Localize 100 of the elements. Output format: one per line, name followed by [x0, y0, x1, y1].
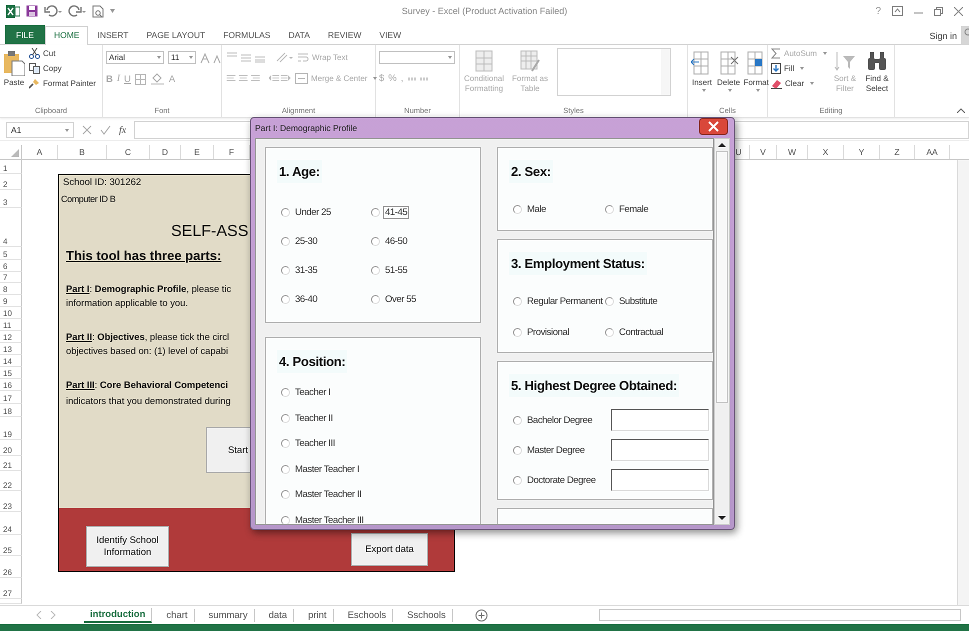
account-icon[interactable] — [961, 26, 969, 44]
radio-option[interactable]: Teacher II — [281, 412, 366, 424]
row-header[interactable]: 15 — [0, 367, 22, 379]
ribbon-display-icon[interactable] — [892, 6, 903, 16]
dialog-scrollbar[interactable] — [714, 138, 730, 525]
identify-school-button[interactable]: Identify School Information — [86, 526, 169, 567]
column-header[interactable]: D — [150, 145, 181, 159]
row-header[interactable]: 4 — [0, 208, 22, 247]
row-header[interactable]: 12 — [0, 331, 22, 343]
radio-option[interactable]: Bachelor Degree — [513, 414, 594, 426]
close-icon[interactable] — [699, 118, 728, 135]
radio-option[interactable]: Male — [513, 203, 605, 216]
row-header[interactable]: 26 — [0, 556, 22, 578]
cut-button[interactable]: Cut — [29, 48, 96, 59]
start-button[interactable]: Start — [206, 427, 250, 473]
radio-option[interactable]: 51-55 — [371, 264, 461, 277]
indent-icon[interactable] — [269, 72, 291, 84]
radio-option[interactable]: Master Teacher I — [281, 462, 366, 476]
font-name-field[interactable]: Arial — [106, 51, 164, 64]
cell-styles-gallery[interactable] — [557, 48, 671, 96]
input-field[interactable] — [611, 409, 709, 431]
next-sheet-icon[interactable] — [50, 611, 56, 619]
vertical-scrollbar[interactable] — [957, 160, 969, 605]
radio-option[interactable]: Under 25 — [281, 206, 371, 219]
number-format-field[interactable] — [379, 51, 455, 64]
row-header[interactable]: 14 — [0, 355, 22, 367]
new-sheet-icon[interactable] — [474, 608, 488, 622]
ribbon-tab[interactable]: HOME — [44, 26, 88, 45]
font-size-field[interactable]: 11 — [168, 51, 196, 64]
row-header[interactable]: 21 — [0, 456, 22, 471]
row-header[interactable]: 13 — [0, 343, 22, 355]
collapse-ribbon-icon[interactable] — [957, 108, 965, 113]
radio-option[interactable]: Master Teacher III — [281, 514, 366, 524]
row-header[interactable]: 5 — [0, 247, 22, 260]
column-header[interactable]: A — [22, 145, 58, 159]
column-header[interactable]: E — [181, 145, 214, 159]
column-header[interactable]: B — [58, 145, 107, 159]
radio-option[interactable]: Doctorate Degree — [513, 474, 598, 486]
undo-icon[interactable] — [44, 5, 62, 17]
cells-button[interactable]: Insert — [691, 48, 713, 92]
radio-option[interactable]: 25-30 — [281, 235, 371, 248]
sheet-tab[interactable]: summary — [202, 608, 255, 622]
save-icon[interactable] — [26, 5, 38, 17]
paste-button[interactable]: Paste — [3, 48, 25, 87]
input-field[interactable] — [611, 469, 709, 491]
enter-icon[interactable] — [100, 125, 111, 135]
row-header[interactable]: 18 — [0, 404, 22, 417]
sheet-tab[interactable]: Sschools — [401, 608, 453, 622]
borders-icon[interactable] — [134, 74, 147, 84]
fill-button[interactable]: Fill — [771, 63, 827, 74]
previous-sheet-icon[interactable] — [36, 611, 42, 619]
column-header[interactable]: AA — [915, 145, 950, 159]
column-header[interactable]: V — [750, 145, 777, 159]
column-header[interactable]: W — [777, 145, 808, 159]
radio-option[interactable]: Contractual — [605, 326, 695, 339]
sheet-tab[interactable]: Eschools — [342, 608, 394, 622]
sheet-tab[interactable]: introduction — [84, 608, 152, 622]
customize-caret-icon[interactable] — [110, 9, 115, 13]
fill-color-icon[interactable] — [150, 73, 165, 85]
radio-option[interactable]: Master Teacher II — [281, 488, 366, 501]
format-painter-button[interactable]: Format Painter — [29, 78, 96, 89]
radio-option[interactable]: 41-45 — [371, 206, 461, 219]
ribbon-tab[interactable]: VIEW — [370, 26, 410, 44]
insert-function-button[interactable]: fx — [119, 124, 126, 136]
radio-option[interactable]: Over 55 — [371, 293, 461, 306]
row-header[interactable]: 20 — [0, 440, 22, 456]
scroll-down-icon[interactable] — [718, 516, 726, 521]
sheet-tab[interactable]: print — [302, 608, 334, 622]
export-data-button[interactable]: Export data — [351, 533, 428, 566]
row-header[interactable]: 3 — [0, 190, 22, 208]
row-header[interactable]: 10 — [0, 307, 22, 319]
select-all-icon[interactable] — [11, 149, 19, 157]
row-header[interactable]: 25 — [0, 535, 22, 556]
clear-button[interactable]: Clear — [771, 78, 827, 89]
radio-option[interactable]: Master Degree — [513, 444, 587, 456]
row-header[interactable]: 8 — [0, 283, 22, 295]
find-select-button[interactable]: Find & Select — [862, 48, 891, 94]
redo-icon[interactable] — [68, 5, 86, 17]
orientation-icon[interactable] — [275, 51, 293, 63]
ribbon-tab[interactable]: DATA — [279, 26, 319, 44]
copy-button[interactable]: Copy — [29, 63, 96, 74]
radio-option[interactable]: Teacher III — [281, 437, 366, 450]
radio-option[interactable]: 46-50 — [371, 235, 461, 248]
radio-option[interactable]: Provisional — [513, 326, 605, 339]
grow-font-icon[interactable] — [200, 52, 222, 64]
sign-in-link[interactable]: Sign in — [929, 31, 957, 41]
cells-button[interactable]: Format — [744, 48, 768, 92]
column-header[interactable]: X — [808, 145, 844, 159]
ribbon-tab[interactable]: FILE — [5, 25, 45, 44]
cancel-icon[interactable] — [82, 125, 92, 135]
radio-option[interactable]: Female — [605, 203, 695, 216]
horizontal-scrollbar[interactable] — [599, 609, 961, 621]
row-header[interactable]: 2 — [0, 174, 22, 190]
scroll-up-icon[interactable] — [718, 142, 726, 147]
column-header[interactable]: C — [107, 145, 150, 159]
row-header[interactable]: 11 — [0, 319, 22, 331]
ribbon-tab[interactable]: FORMULAS — [214, 26, 280, 44]
ribbon-tab[interactable]: REVIEW — [318, 26, 370, 44]
radio-option[interactable]: Regular Permanent — [513, 295, 605, 308]
row-header[interactable]: 22 — [0, 471, 22, 491]
